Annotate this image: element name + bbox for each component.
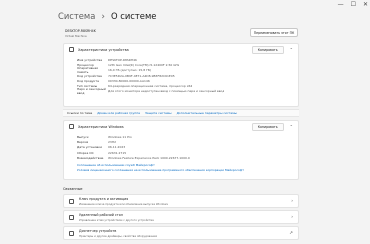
related-item-text: Ключ продукта и активация Изменение ключ… xyxy=(79,197,291,206)
related-links-label: Ссылки по теме xyxy=(67,111,93,115)
windows-logo-icon xyxy=(69,124,74,129)
spec-key: Код продукта xyxy=(77,78,99,83)
breadcrumb-system[interactable]: Система xyxy=(58,11,95,21)
spec-value: DESKTOP-R8SRH4K xyxy=(108,57,137,62)
breadcrumb: Система › О системе xyxy=(58,11,156,22)
related-item-text: Диспетчер устройств Принтеры и другие др… xyxy=(79,229,289,238)
spec-key: Дата установки xyxy=(77,145,103,150)
device-manager-icon xyxy=(69,230,74,236)
chevron-up-icon[interactable]: ⌃ xyxy=(290,124,293,129)
related-item-subtitle: Принтеры и другие драйверы, свойства обо… xyxy=(79,233,157,238)
related-item-product-key[interactable]: Ключ продукта и активация Изменение ключ… xyxy=(63,194,299,208)
related-links-bar: Ссылки по теме Домен или рабочая группа … xyxy=(63,109,299,117)
spec-key: Перо и сенсорный ввод xyxy=(77,87,106,96)
windows-specs-card: Характеристики Windows Копировать ⌃ Выпу… xyxy=(63,120,299,180)
related-item-title: Ключ продукта и активация xyxy=(79,196,129,201)
spec-key: Версия xyxy=(77,139,89,144)
link-system-protection[interactable]: Защита системы xyxy=(145,111,172,115)
chevron-right-icon: › xyxy=(101,12,105,22)
maximize-icon[interactable]: ☐ xyxy=(351,1,356,8)
windows-legal-links: Соглашение об использовании служб Майкро… xyxy=(64,163,298,177)
chevron-up-icon[interactable]: ⌃ xyxy=(290,47,293,52)
related-section-label: Связанные xyxy=(63,187,83,191)
chevron-right-icon: › xyxy=(291,214,293,220)
chevron-right-icon: › xyxy=(291,198,293,204)
spec-value: 12th Gen Intel(R) Core(TM) i5-12400F 2.5… xyxy=(108,62,180,67)
window-controls: — ☐ ✕ xyxy=(338,1,368,8)
minimize-icon[interactable]: — xyxy=(338,1,344,8)
link-license-terms[interactable]: Условия лицензионного соглашения на испо… xyxy=(77,168,298,173)
device-specs-list: Имя устройства DESKTOP-R8SRH4K Процессор 1… xyxy=(64,55,298,97)
spec-value: Для этого монитора недоступен ввод с пом… xyxy=(108,89,225,94)
windows-specs-header[interactable]: Характеристики Windows Копировать ⌃ xyxy=(64,121,298,132)
spec-value: 00330-80000-00000-AA146 xyxy=(108,78,150,83)
spec-key: Код устройства xyxy=(77,73,102,78)
related-item-title: Удаленный рабочий стол xyxy=(79,212,123,217)
related-item-subtitle: Управление этим устройством с другого ус… xyxy=(79,217,154,222)
related-item-text: Удаленный рабочий стол Управление этим у… xyxy=(79,213,291,222)
spec-value: 22631.2715 xyxy=(108,150,127,155)
link-domain-workgroup[interactable]: Домен или рабочая группа xyxy=(97,111,140,115)
page-title: О системе xyxy=(111,11,157,21)
spec-value: Windows 11 Pro xyxy=(108,134,132,139)
spec-key: Имя устройства xyxy=(77,57,103,62)
windows-specs-list: Выпуск Windows 11 Pro Версия 23H2 Дата уст… xyxy=(64,132,298,163)
related-item-title: Диспетчер устройств xyxy=(79,228,117,233)
open-external-icon: ↗ xyxy=(289,230,293,236)
copy-specs-button[interactable]: Копировать xyxy=(251,45,284,54)
spec-key: Выпуск xyxy=(77,134,89,139)
monitor-icon xyxy=(69,47,74,52)
close-icon[interactable]: ✕ xyxy=(363,1,368,8)
spec-key: Сборка ОС xyxy=(77,150,94,155)
key-icon xyxy=(69,198,74,204)
related-item-remote-desktop[interactable]: Удаленный рабочий стол Управление этим у… xyxy=(63,210,299,224)
spec-row: Взаимодействие Windows Feature Experience… xyxy=(77,155,298,160)
device-specs-header[interactable]: Характеристики устройства Копировать ⌃ xyxy=(64,44,298,55)
related-item-subtitle: Изменение ключа продукта или обновление … xyxy=(79,201,168,206)
windows-specs-title: Характеристики Windows xyxy=(78,124,124,129)
related-item-device-manager[interactable]: Диспетчер устройств Принтеры и другие др… xyxy=(63,226,299,240)
spec-key: Взаимодействие xyxy=(77,155,104,160)
spec-value: 23H2 xyxy=(108,139,116,144)
spec-value: 06.11.2023 xyxy=(108,145,126,150)
remote-desktop-icon xyxy=(69,214,74,220)
spec-value: 64-разрядная операционная система, проце… xyxy=(108,84,193,89)
device-specs-card: Характеристики устройства Копировать ⌃ И… xyxy=(63,43,299,107)
spec-value: 7C3E5D2A-0B9F-4E71-A4D8-9B3F82C61E05 xyxy=(108,73,175,78)
spec-value: 16,0 ГБ (доступно: 15,8 ГБ) xyxy=(108,68,152,73)
device-specs-title: Характеристики устройства xyxy=(78,47,129,52)
spec-value: Windows Feature Experience Pack 1000.226… xyxy=(108,155,190,160)
spec-row: Перо и сенсорный ввод Для этого монитора … xyxy=(77,87,298,96)
link-advanced-system-settings[interactable]: Дополнительные параметры системы xyxy=(177,111,237,115)
rename-pc-button[interactable]: Переименовать этот ПК xyxy=(250,28,298,37)
copy-windows-specs-button[interactable]: Копировать xyxy=(251,122,284,131)
